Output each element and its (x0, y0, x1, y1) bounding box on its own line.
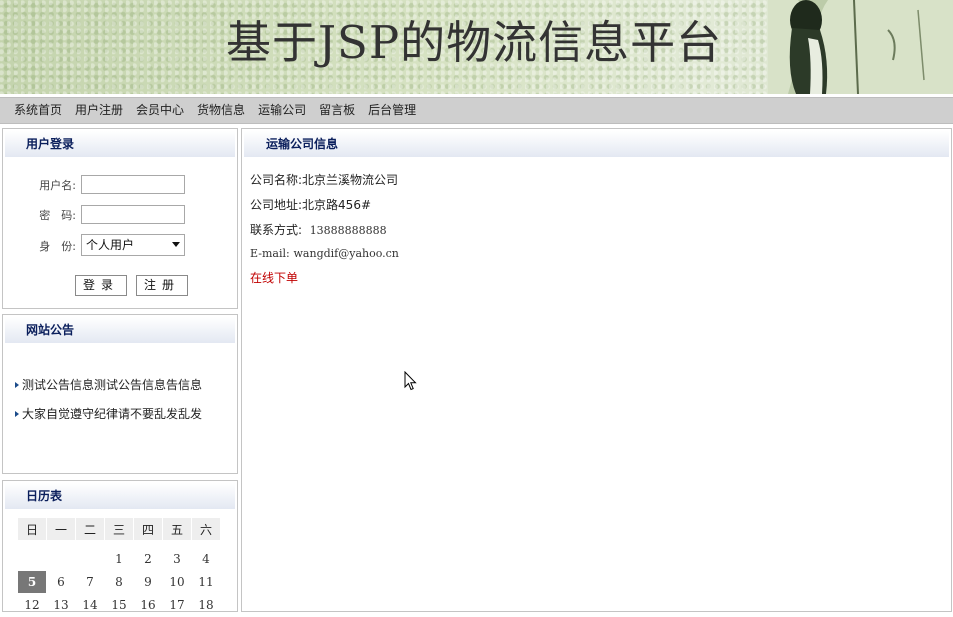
main-nav: 系统首页 用户注册 会员中心 货物信息 运输公司 留言板 后台管理 (0, 97, 953, 124)
calendar-day[interactable]: 7 (76, 571, 104, 593)
notice-panel: 网站公告 (2, 314, 238, 474)
role-select-value: 个人用户 (86, 238, 135, 252)
calendar-day[interactable]: 3 (163, 548, 191, 570)
password-label: 密 码: (39, 209, 76, 222)
calendar-day[interactable]: 10 (163, 571, 191, 593)
calendar-day[interactable]: 15 (105, 594, 133, 616)
calendar-week-row: 12 13 14 15 16 17 18 (18, 594, 220, 616)
calendar-day[interactable]: 6 (47, 571, 75, 593)
calendar-day-today[interactable]: 5 (18, 571, 46, 593)
company-email-value: wangdif@yahoo.cn (293, 247, 399, 260)
calendar-day[interactable]: 17 (163, 594, 191, 616)
company-email-row: E-mail: wangdif@yahoo.cn (250, 246, 399, 260)
calendar-day[interactable]: 16 (134, 594, 162, 616)
calendar-day (18, 548, 46, 570)
calendar-day[interactable]: 13 (47, 594, 75, 616)
username-label: 用户名: (39, 179, 76, 192)
login-button[interactable]: 登录 (75, 275, 127, 296)
calendar-day[interactable]: 9 (134, 571, 162, 593)
password-input[interactable] (81, 205, 185, 224)
calendar-day[interactable]: 12 (18, 594, 46, 616)
calendar-day[interactable]: 14 (76, 594, 104, 616)
calendar-day[interactable]: 8 (105, 571, 133, 593)
nav-home[interactable]: 系统首页 (14, 98, 62, 123)
nav-transport-company[interactable]: 运输公司 (258, 98, 306, 123)
company-contact-value: 13888888888 (309, 224, 387, 237)
nav-admin[interactable]: 后台管理 (368, 98, 416, 123)
weekday-wed: 三 (105, 518, 133, 540)
register-button[interactable]: 注册 (136, 275, 188, 296)
order-online-link[interactable]: 在线下单 (250, 269, 298, 286)
calendar-day (47, 548, 75, 570)
calendar-panel-title: 日历表 (5, 483, 235, 509)
nav-register[interactable]: 用户注册 (75, 98, 123, 123)
site-title: 基于JSP的物流信息平台 (226, 16, 723, 69)
weekday-fri: 五 (163, 518, 191, 540)
weekday-sat: 六 (192, 518, 220, 540)
role-select[interactable]: 个人用户 (81, 234, 185, 256)
banner-figure-image (768, 0, 953, 94)
notice-panel-title: 网站公告 (5, 317, 235, 343)
weekday-thu: 四 (134, 518, 162, 540)
calendar-day[interactable]: 2 (134, 548, 162, 570)
arrow-bullet-icon (15, 381, 19, 388)
nav-member-center[interactable]: 会员中心 (136, 98, 184, 123)
calendar-day[interactable]: 1 (105, 548, 133, 570)
calendar-spacer (18, 541, 220, 547)
weekday-tue: 二 (76, 518, 104, 540)
calendar-day (76, 548, 104, 570)
calendar-weekday-row: 日 一 二 三 四 五 六 (18, 518, 220, 540)
company-address-row: 公司地址:北京路456# (250, 196, 371, 213)
notice-item[interactable]: 测试公告信息测试公告信息告信息 (15, 376, 202, 393)
username-input[interactable] (81, 175, 185, 194)
company-info-title: 运输公司信息 (244, 131, 949, 157)
company-address-value: 北京路456# (302, 198, 372, 212)
company-address-label: 公司地址: (250, 198, 303, 212)
company-name-row: 公司名称:北京兰溪物流公司 (250, 171, 398, 188)
role-label: 身 份: (39, 240, 76, 253)
calendar-week-row: 5 6 7 8 9 10 11 (18, 571, 220, 593)
calendar-grid: 日 一 二 三 四 五 六 1 2 3 4 5 6 7 8 9 10 11 12… (17, 517, 221, 617)
mouse-cursor-icon (404, 371, 417, 391)
company-email-label: E-mail: (250, 247, 290, 260)
calendar-day[interactable]: 4 (192, 548, 220, 570)
calendar-day[interactable]: 11 (192, 571, 220, 593)
nav-message-board[interactable]: 留言板 (319, 98, 355, 123)
notice-item[interactable]: 大家自觉遵守纪律请不要乱发乱发 (15, 405, 202, 422)
weekday-mon: 一 (47, 518, 75, 540)
company-contact-row: 联系方式: 13888888888 (250, 221, 387, 238)
calendar-week-row: 1 2 3 4 (18, 548, 220, 570)
company-name-label: 公司名称: (250, 173, 303, 187)
site-banner: 基于JSP的物流信息平台 (0, 0, 953, 94)
chevron-down-icon (172, 242, 180, 247)
calendar-day[interactable]: 18 (192, 594, 220, 616)
company-name-value: 北京兰溪物流公司 (302, 173, 399, 187)
company-contact-label: 联系方式: (250, 223, 303, 237)
weekday-sun: 日 (18, 518, 46, 540)
nav-goods-info[interactable]: 货物信息 (197, 98, 245, 123)
arrow-bullet-icon (15, 410, 19, 417)
login-panel-title: 用户登录 (5, 131, 235, 157)
